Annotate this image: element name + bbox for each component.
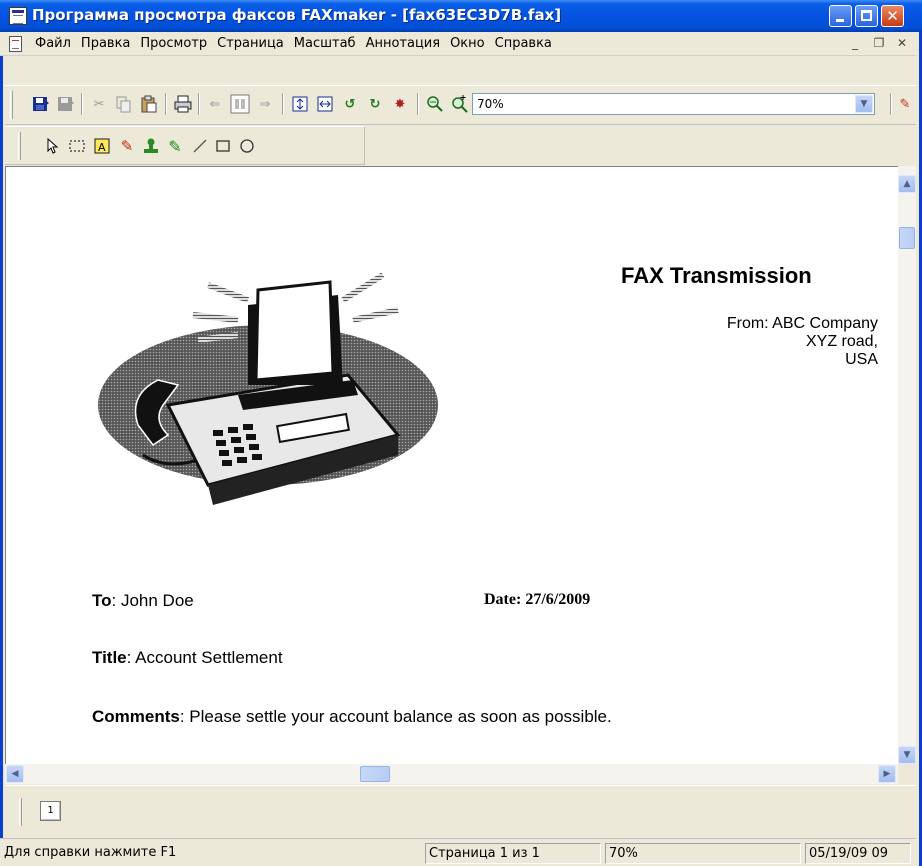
page-view-icon[interactable] — [230, 94, 250, 114]
vertical-scrollbar[interactable]: ▲ ▼ — [898, 166, 916, 764]
copy-icon[interactable] — [114, 94, 134, 114]
to-value: : John Doe — [111, 591, 194, 610]
toolbar-separator — [81, 93, 83, 115]
fax-heading: FAX Transmission — [621, 263, 812, 288]
comments-value: : Please settle your account balance as … — [179, 707, 612, 726]
sender-address-line2: USA — [845, 351, 878, 368]
comments-field: Comments: Please settle your account bal… — [92, 707, 612, 727]
title-value: : Account Settlement — [126, 648, 283, 667]
status-datetime: 05/19/09 09 — [805, 843, 911, 864]
status-bar: Для справки нажмите F1 Страница 1 из 1 7… — [0, 838, 916, 866]
menu-window[interactable]: Окно — [445, 35, 490, 52]
menu-view[interactable]: Просмотр — [135, 35, 212, 52]
next-page-icon[interactable]: ⇒ — [255, 94, 275, 114]
date-label: Date — [484, 591, 516, 608]
menu-edit[interactable]: Правка — [76, 35, 135, 52]
fax-document-view[interactable]: FAX Transmission From: ABC Company XYZ r… — [5, 166, 898, 764]
to-field: To: John Doe — [92, 591, 194, 611]
toolbar-grip[interactable] — [10, 91, 13, 119]
annotation-toolbar: A ✎ ✎ — [5, 126, 365, 165]
scrollbar-corner — [898, 764, 916, 784]
pen-icon[interactable]: ✎ — [165, 136, 185, 156]
to-label: To — [92, 591, 112, 610]
toolbar-grip[interactable] — [19, 798, 22, 826]
fax-app-icon[interactable] — [9, 7, 27, 25]
fit-height-icon[interactable] — [290, 94, 310, 114]
close-button[interactable]: ✕ — [881, 5, 904, 27]
page-thumbnails-bar: 1 — [5, 785, 916, 837]
menu-zoom[interactable]: Масштаб — [289, 35, 361, 52]
status-zoom: 70% — [605, 843, 801, 864]
vertical-scroll-thumb[interactable] — [899, 227, 915, 249]
highlighter-icon[interactable]: ✎ — [117, 136, 137, 156]
toolbar-grip[interactable] — [18, 132, 21, 160]
zoom-out-icon[interactable] — [425, 94, 445, 114]
maximize-icon — [861, 10, 872, 21]
zoom-select[interactable]: 70% ▼ — [472, 93, 875, 115]
date-value: : 27/6/2009 — [515, 591, 591, 608]
page-thumbnail[interactable]: 1 — [40, 801, 61, 821]
mdi-restore-icon[interactable]: ❐ — [871, 36, 887, 50]
close-icon: ✕ — [886, 7, 899, 25]
zoom-select-value: 70% — [477, 97, 504, 111]
paste-icon[interactable] — [139, 94, 159, 114]
mdi-minimize-icon[interactable]: _ — [847, 36, 863, 50]
flip-icon[interactable]: ✸ — [390, 94, 410, 114]
window-title: Программа просмотра факсов FAXmaker - [f… — [32, 6, 562, 24]
status-page: Страница 1 из 1 — [425, 843, 601, 864]
document-icon[interactable] — [9, 36, 22, 52]
text-annotation-icon[interactable]: A — [92, 136, 112, 156]
fax-machine-illustration — [98, 272, 438, 505]
minimize-button[interactable] — [829, 5, 852, 27]
menu-page[interactable]: Страница — [212, 35, 289, 52]
toolbar-separator — [890, 93, 892, 115]
title-label: Title — [92, 648, 127, 667]
menu-help[interactable]: Справка — [490, 35, 557, 52]
title-bar[interactable]: Программа просмотра факсов FAXmaker - [f… — [0, 0, 922, 32]
zoom-in-icon[interactable] — [450, 94, 470, 114]
scroll-right-icon[interactable]: ▶ — [878, 765, 896, 783]
select-rectangle-icon[interactable] — [67, 136, 87, 156]
sender-name: From: ABC Company — [726, 315, 878, 332]
annotate-pen-icon[interactable]: ✎ — [895, 94, 915, 114]
rotate-right-icon[interactable]: ↻ — [365, 94, 385, 114]
ellipse-tool-icon[interactable] — [237, 136, 257, 156]
svg-text:A: A — [98, 141, 106, 154]
mdi-close-icon[interactable]: ✕ — [894, 36, 910, 50]
rotate-left-icon[interactable]: ↺ — [340, 94, 360, 114]
print-icon[interactable] — [173, 94, 193, 114]
sender-block: From: ABC Company XYZ road, USA — [727, 315, 878, 369]
maximize-button[interactable] — [855, 5, 878, 27]
line-tool-icon[interactable] — [190, 136, 210, 156]
scroll-down-icon[interactable]: ▼ — [898, 746, 916, 764]
comments-label: Comments — [92, 707, 180, 726]
menu-file[interactable]: Файл — [30, 35, 76, 52]
menu-bar: Файл Правка Просмотр Страница Масштаб Ан… — [0, 32, 916, 56]
scroll-left-icon[interactable]: ◀ — [6, 765, 24, 783]
horizontal-scrollbar[interactable]: ◀ ▶ — [5, 764, 898, 784]
menu-annotation[interactable]: Аннотация — [361, 35, 446, 52]
title-field: Title: Account Settlement — [92, 648, 283, 668]
status-help-text: Для справки нажмите F1 — [4, 845, 177, 860]
fit-width-icon[interactable] — [315, 94, 335, 114]
scroll-up-icon[interactable]: ▲ — [898, 175, 916, 193]
save-as-icon[interactable] — [56, 94, 76, 114]
pointer-icon[interactable] — [43, 136, 63, 156]
cut-icon[interactable]: ✂ — [89, 94, 109, 114]
previous-page-icon[interactable]: ⇐ — [205, 94, 225, 114]
toolbar-separator — [282, 93, 284, 115]
toolbar-separator — [165, 93, 167, 115]
toolbar-separator — [198, 93, 200, 115]
chevron-down-icon[interactable]: ▼ — [855, 95, 873, 113]
sender-address-line1: XYZ road, — [805, 333, 878, 350]
date-field: Date: 27/6/2009 — [484, 591, 590, 609]
minimize-icon — [836, 19, 844, 22]
horizontal-scroll-thumb[interactable] — [360, 766, 390, 782]
rectangle-tool-icon[interactable] — [213, 136, 233, 156]
stamp-icon[interactable] — [141, 136, 161, 156]
toolbar-separator — [417, 93, 419, 115]
save-icon[interactable] — [31, 94, 51, 114]
